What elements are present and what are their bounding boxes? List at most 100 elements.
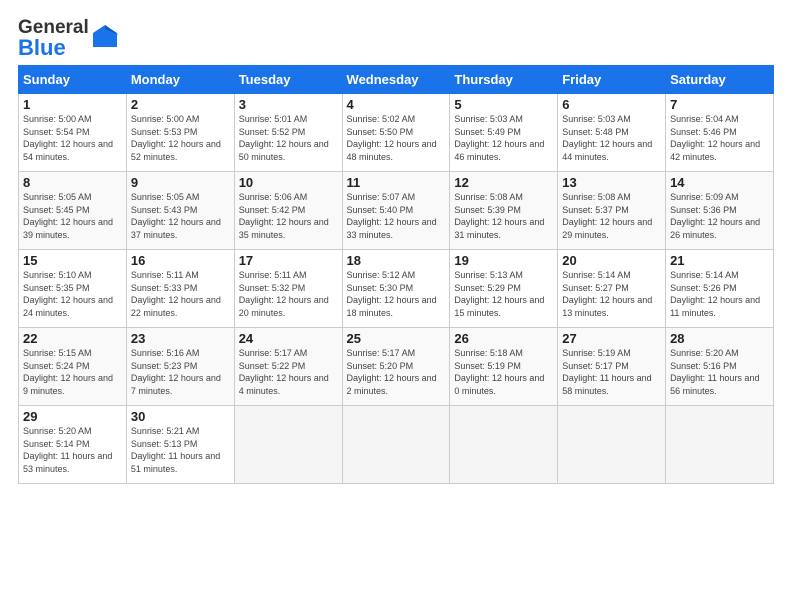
- day-info: Sunrise: 5:07 AM Sunset: 5:40 PM Dayligh…: [347, 192, 437, 240]
- day-number: 5: [454, 97, 553, 112]
- day-number: 25: [347, 331, 446, 346]
- table-row: 8 Sunrise: 5:05 AM Sunset: 5:45 PM Dayli…: [19, 172, 127, 250]
- table-row: 2 Sunrise: 5:00 AM Sunset: 5:53 PM Dayli…: [126, 94, 234, 172]
- table-row: 18 Sunrise: 5:12 AM Sunset: 5:30 PM Dayl…: [342, 250, 450, 328]
- day-info: Sunrise: 5:17 AM Sunset: 5:22 PM Dayligh…: [239, 348, 329, 396]
- header: General Blue: [18, 18, 774, 59]
- col-saturday: Saturday: [666, 66, 774, 94]
- table-row: 19 Sunrise: 5:13 AM Sunset: 5:29 PM Dayl…: [450, 250, 558, 328]
- table-row: 7 Sunrise: 5:04 AM Sunset: 5:46 PM Dayli…: [666, 94, 774, 172]
- day-number: 19: [454, 253, 553, 268]
- day-number: 14: [670, 175, 769, 190]
- day-number: 10: [239, 175, 338, 190]
- day-info: Sunrise: 5:18 AM Sunset: 5:19 PM Dayligh…: [454, 348, 544, 396]
- logo-icon: [91, 23, 119, 56]
- table-row: 28 Sunrise: 5:20 AM Sunset: 5:16 PM Dayl…: [666, 328, 774, 406]
- day-info: Sunrise: 5:04 AM Sunset: 5:46 PM Dayligh…: [670, 114, 760, 162]
- day-number: 30: [131, 409, 230, 424]
- day-info: Sunrise: 5:08 AM Sunset: 5:39 PM Dayligh…: [454, 192, 544, 240]
- table-row: 22 Sunrise: 5:15 AM Sunset: 5:24 PM Dayl…: [19, 328, 127, 406]
- day-number: 21: [670, 253, 769, 268]
- day-info: Sunrise: 5:06 AM Sunset: 5:42 PM Dayligh…: [239, 192, 329, 240]
- day-number: 23: [131, 331, 230, 346]
- day-number: 9: [131, 175, 230, 190]
- calendar-week-0: 1 Sunrise: 5:00 AM Sunset: 5:54 PM Dayli…: [19, 94, 774, 172]
- day-info: Sunrise: 5:10 AM Sunset: 5:35 PM Dayligh…: [23, 270, 113, 318]
- table-row: 17 Sunrise: 5:11 AM Sunset: 5:32 PM Dayl…: [234, 250, 342, 328]
- col-tuesday: Tuesday: [234, 66, 342, 94]
- col-thursday: Thursday: [450, 66, 558, 94]
- table-row: 30 Sunrise: 5:21 AM Sunset: 5:13 PM Dayl…: [126, 406, 234, 484]
- logo: General Blue: [18, 18, 119, 59]
- day-info: Sunrise: 5:02 AM Sunset: 5:50 PM Dayligh…: [347, 114, 437, 162]
- table-row: 16 Sunrise: 5:11 AM Sunset: 5:33 PM Dayl…: [126, 250, 234, 328]
- day-info: Sunrise: 5:13 AM Sunset: 5:29 PM Dayligh…: [454, 270, 544, 318]
- table-row: 23 Sunrise: 5:16 AM Sunset: 5:23 PM Dayl…: [126, 328, 234, 406]
- logo-text: General Blue: [18, 18, 89, 59]
- table-row: 29 Sunrise: 5:20 AM Sunset: 5:14 PM Dayl…: [19, 406, 127, 484]
- col-wednesday: Wednesday: [342, 66, 450, 94]
- day-number: 29: [23, 409, 122, 424]
- day-number: 12: [454, 175, 553, 190]
- table-row: 10 Sunrise: 5:06 AM Sunset: 5:42 PM Dayl…: [234, 172, 342, 250]
- day-number: 22: [23, 331, 122, 346]
- day-number: 20: [562, 253, 661, 268]
- table-row: 6 Sunrise: 5:03 AM Sunset: 5:48 PM Dayli…: [558, 94, 666, 172]
- day-number: 18: [347, 253, 446, 268]
- day-number: 4: [347, 97, 446, 112]
- calendar-week-3: 22 Sunrise: 5:15 AM Sunset: 5:24 PM Dayl…: [19, 328, 774, 406]
- day-number: 1: [23, 97, 122, 112]
- calendar-week-4: 29 Sunrise: 5:20 AM Sunset: 5:14 PM Dayl…: [19, 406, 774, 484]
- table-row: 5 Sunrise: 5:03 AM Sunset: 5:49 PM Dayli…: [450, 94, 558, 172]
- table-row: [666, 406, 774, 484]
- page: General Blue Sunday Monday Tuesday: [0, 0, 792, 494]
- table-row: 14 Sunrise: 5:09 AM Sunset: 5:36 PM Dayl…: [666, 172, 774, 250]
- table-row: 12 Sunrise: 5:08 AM Sunset: 5:39 PM Dayl…: [450, 172, 558, 250]
- table-row: 20 Sunrise: 5:14 AM Sunset: 5:27 PM Dayl…: [558, 250, 666, 328]
- table-row: 9 Sunrise: 5:05 AM Sunset: 5:43 PM Dayli…: [126, 172, 234, 250]
- day-number: 24: [239, 331, 338, 346]
- day-info: Sunrise: 5:00 AM Sunset: 5:53 PM Dayligh…: [131, 114, 221, 162]
- day-number: 26: [454, 331, 553, 346]
- calendar-week-2: 15 Sunrise: 5:10 AM Sunset: 5:35 PM Dayl…: [19, 250, 774, 328]
- col-monday: Monday: [126, 66, 234, 94]
- table-row: 15 Sunrise: 5:10 AM Sunset: 5:35 PM Dayl…: [19, 250, 127, 328]
- day-info: Sunrise: 5:11 AM Sunset: 5:32 PM Dayligh…: [239, 270, 329, 318]
- day-info: Sunrise: 5:16 AM Sunset: 5:23 PM Dayligh…: [131, 348, 221, 396]
- day-info: Sunrise: 5:01 AM Sunset: 5:52 PM Dayligh…: [239, 114, 329, 162]
- calendar-week-1: 8 Sunrise: 5:05 AM Sunset: 5:45 PM Dayli…: [19, 172, 774, 250]
- day-number: 27: [562, 331, 661, 346]
- day-info: Sunrise: 5:15 AM Sunset: 5:24 PM Dayligh…: [23, 348, 113, 396]
- table-row: 24 Sunrise: 5:17 AM Sunset: 5:22 PM Dayl…: [234, 328, 342, 406]
- day-info: Sunrise: 5:19 AM Sunset: 5:17 PM Dayligh…: [562, 348, 651, 396]
- day-info: Sunrise: 5:20 AM Sunset: 5:16 PM Dayligh…: [670, 348, 759, 396]
- day-number: 15: [23, 253, 122, 268]
- day-number: 7: [670, 97, 769, 112]
- table-row: 27 Sunrise: 5:19 AM Sunset: 5:17 PM Dayl…: [558, 328, 666, 406]
- day-number: 13: [562, 175, 661, 190]
- day-number: 6: [562, 97, 661, 112]
- day-info: Sunrise: 5:12 AM Sunset: 5:30 PM Dayligh…: [347, 270, 437, 318]
- day-number: 17: [239, 253, 338, 268]
- day-info: Sunrise: 5:20 AM Sunset: 5:14 PM Dayligh…: [23, 426, 112, 474]
- table-row: 1 Sunrise: 5:00 AM Sunset: 5:54 PM Dayli…: [19, 94, 127, 172]
- table-row: [342, 406, 450, 484]
- table-row: [558, 406, 666, 484]
- day-info: Sunrise: 5:08 AM Sunset: 5:37 PM Dayligh…: [562, 192, 652, 240]
- day-info: Sunrise: 5:21 AM Sunset: 5:13 PM Dayligh…: [131, 426, 220, 474]
- day-number: 11: [347, 175, 446, 190]
- table-row: 3 Sunrise: 5:01 AM Sunset: 5:52 PM Dayli…: [234, 94, 342, 172]
- day-info: Sunrise: 5:05 AM Sunset: 5:43 PM Dayligh…: [131, 192, 221, 240]
- day-number: 28: [670, 331, 769, 346]
- day-number: 16: [131, 253, 230, 268]
- day-info: Sunrise: 5:17 AM Sunset: 5:20 PM Dayligh…: [347, 348, 437, 396]
- day-info: Sunrise: 5:09 AM Sunset: 5:36 PM Dayligh…: [670, 192, 760, 240]
- day-info: Sunrise: 5:05 AM Sunset: 5:45 PM Dayligh…: [23, 192, 113, 240]
- day-number: 8: [23, 175, 122, 190]
- day-info: Sunrise: 5:03 AM Sunset: 5:49 PM Dayligh…: [454, 114, 544, 162]
- day-info: Sunrise: 5:03 AM Sunset: 5:48 PM Dayligh…: [562, 114, 652, 162]
- table-row: 13 Sunrise: 5:08 AM Sunset: 5:37 PM Dayl…: [558, 172, 666, 250]
- table-row: 11 Sunrise: 5:07 AM Sunset: 5:40 PM Dayl…: [342, 172, 450, 250]
- day-info: Sunrise: 5:00 AM Sunset: 5:54 PM Dayligh…: [23, 114, 113, 162]
- table-row: 25 Sunrise: 5:17 AM Sunset: 5:20 PM Dayl…: [342, 328, 450, 406]
